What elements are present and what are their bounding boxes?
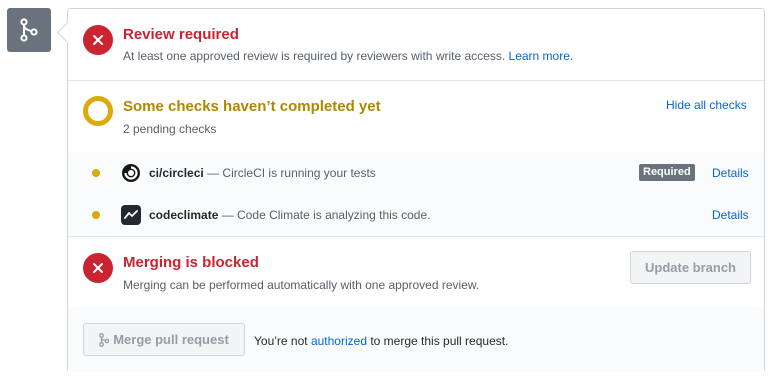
merge-permission-note: You’re not authorized to merge this pull…: [254, 334, 508, 348]
pending-dot-icon: [92, 169, 100, 177]
pending-dot-icon: [92, 211, 100, 219]
git-merge-icon: [20, 18, 38, 42]
merge-pull-request-button[interactable]: Merge pull request: [83, 323, 245, 356]
checks-subtitle: 2 pending checks: [123, 122, 217, 136]
circleci-logo-icon: [121, 163, 141, 183]
check-description: — CircleCI is running your tests: [207, 166, 376, 180]
check-name: ci/circleci: [149, 166, 204, 180]
checks-section: Some checks haven’t completed yet 2 pend…: [68, 80, 764, 153]
review-required-description: At least one approved review is required…: [123, 49, 573, 63]
check-name: codeclimate: [149, 208, 219, 222]
update-branch-button[interactable]: Update branch: [630, 251, 751, 284]
check-row: ci/circleci — CircleCI is running your t…: [68, 152, 764, 195]
merging-blocked-title: Merging is blocked: [123, 254, 259, 271]
review-required-title: Review required: [123, 26, 239, 43]
review-description-text: At least one approved review is required…: [123, 49, 506, 63]
pending-ring-icon: [83, 96, 113, 126]
authorized-link[interactable]: authorized: [311, 334, 367, 348]
codeclimate-logo-icon: [121, 205, 141, 225]
note-prefix: You’re not: [254, 334, 308, 348]
note-suffix: to merge this pull request.: [370, 334, 509, 348]
required-badge: Required: [639, 164, 695, 181]
check-label: ci/circleci — CircleCI is running your t…: [149, 166, 376, 180]
check-row: codeclimate — Code Climate is analyzing …: [68, 194, 764, 237]
learn-more-link[interactable]: Learn more.: [509, 49, 574, 63]
checks-title: Some checks haven’t completed yet: [123, 98, 381, 115]
review-required-section: Review required At least one approved re…: [68, 9, 764, 81]
x-icon: [83, 253, 113, 283]
merging-blocked-section: Merging is blocked Merging can be perfor…: [68, 236, 764, 308]
git-merge-icon: [99, 332, 110, 347]
merge-status-box: Review required At least one approved re…: [67, 8, 765, 372]
x-icon: [83, 25, 113, 55]
merge-action-section: Merge pull request You’re not authorized…: [68, 307, 764, 372]
hide-all-checks-link[interactable]: Hide all checks: [666, 98, 747, 112]
git-merge-badge: [7, 8, 51, 52]
details-link[interactable]: Details: [712, 208, 749, 222]
check-description: — Code Climate is analyzing this code.: [221, 208, 431, 222]
details-link[interactable]: Details: [712, 166, 749, 180]
check-label: codeclimate — Code Climate is analyzing …: [149, 208, 430, 222]
merge-button-label: Merge pull request: [113, 332, 229, 347]
merging-blocked-description: Merging can be performed automatically w…: [123, 278, 480, 292]
